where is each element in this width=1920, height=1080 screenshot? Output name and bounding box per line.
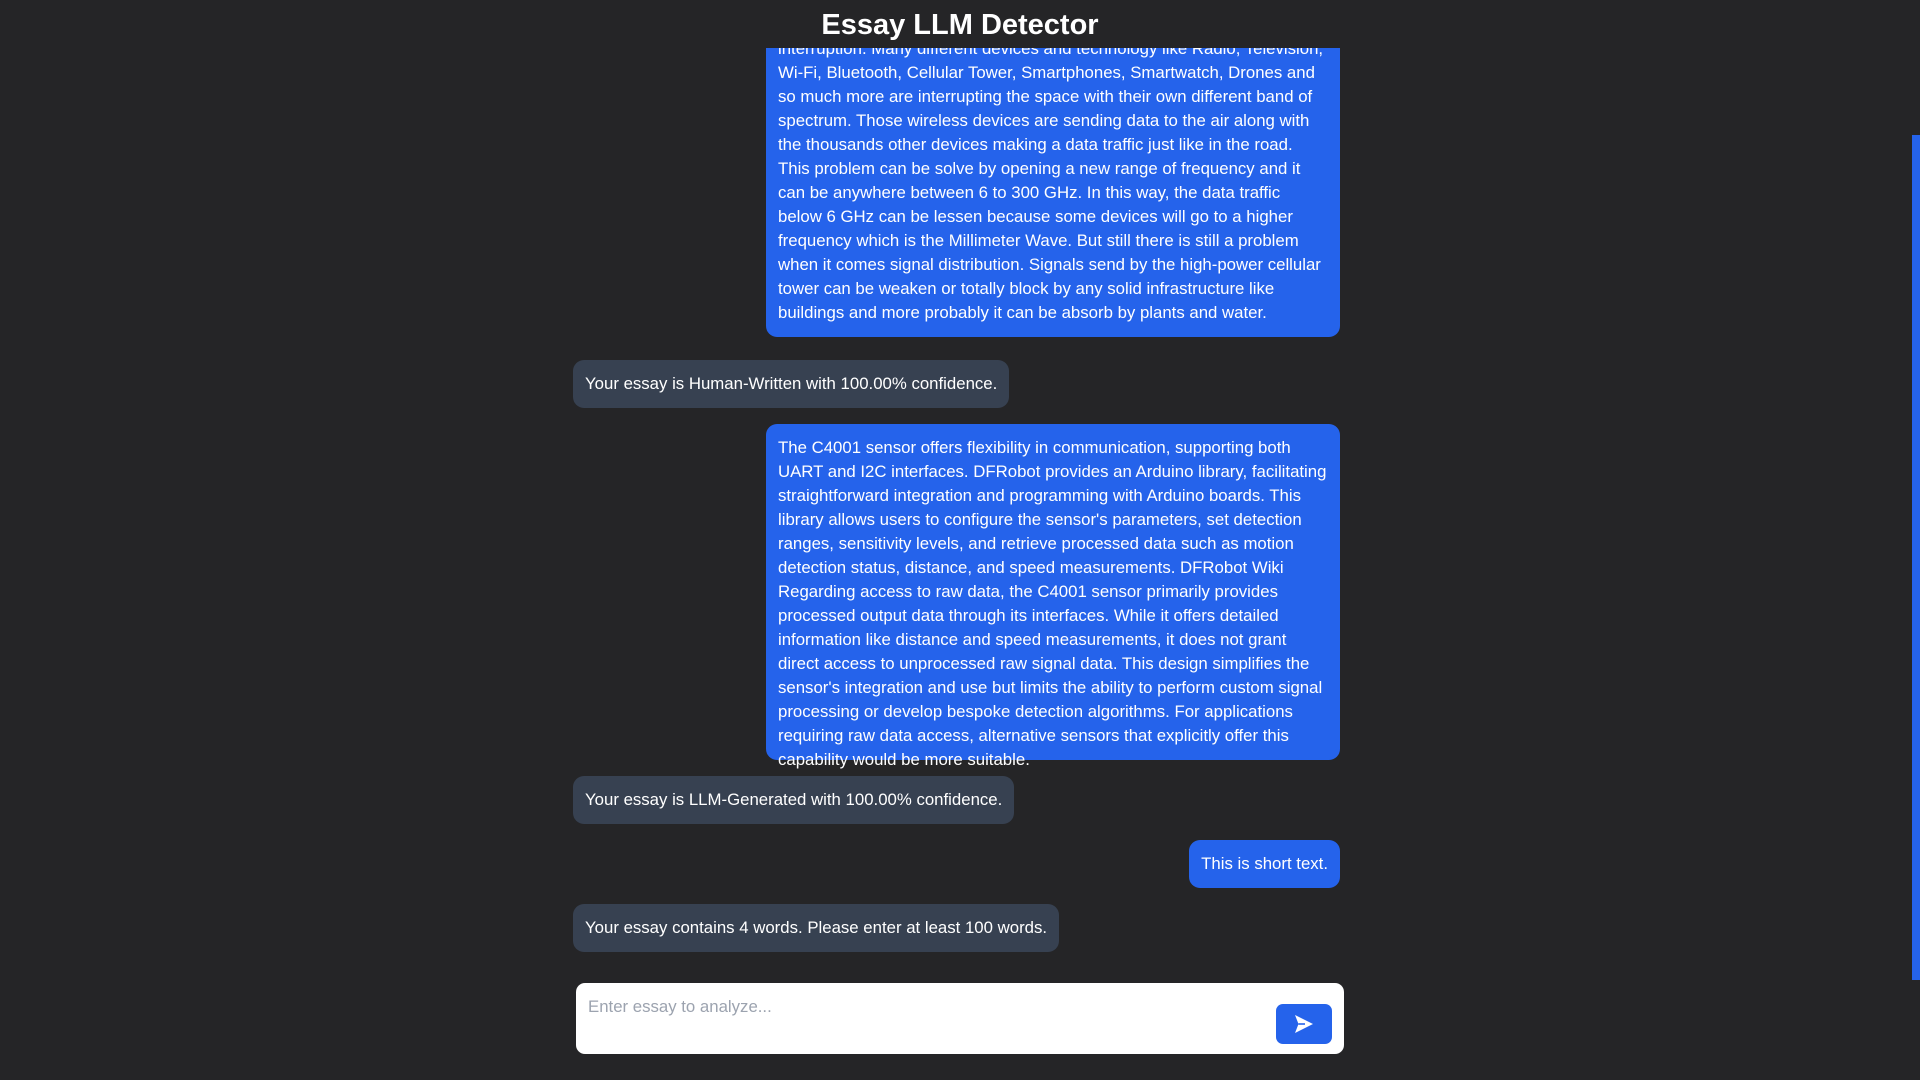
- essay-input[interactable]: [576, 983, 1256, 1054]
- app-window: Essay LLM Detector interruption. Many di…: [0, 0, 1920, 1080]
- send-button[interactable]: [1276, 1004, 1332, 1044]
- bot-message: Your essay is Human-Written with 100.00%…: [573, 360, 1010, 408]
- user-message: This is short text.: [1189, 840, 1340, 888]
- chat-history[interactable]: interruption. Many different devices and…: [573, 48, 1340, 968]
- bot-message: Your essay contains 4 words. Please ente…: [573, 904, 1060, 952]
- page-title: Essay LLM Detector: [821, 9, 1099, 41]
- send-arrow-icon: [1295, 1015, 1313, 1033]
- user-message: The C4001 sensor offers flexibility in c…: [766, 424, 1340, 769]
- bot-message: Your essay is LLM-Generated with 100.00%…: [573, 776, 1015, 824]
- essay-composer: [576, 983, 1344, 1054]
- page-scrollbar[interactable]: [1912, 135, 1920, 980]
- user-message: interruption. Many different devices and…: [766, 48, 1340, 337]
